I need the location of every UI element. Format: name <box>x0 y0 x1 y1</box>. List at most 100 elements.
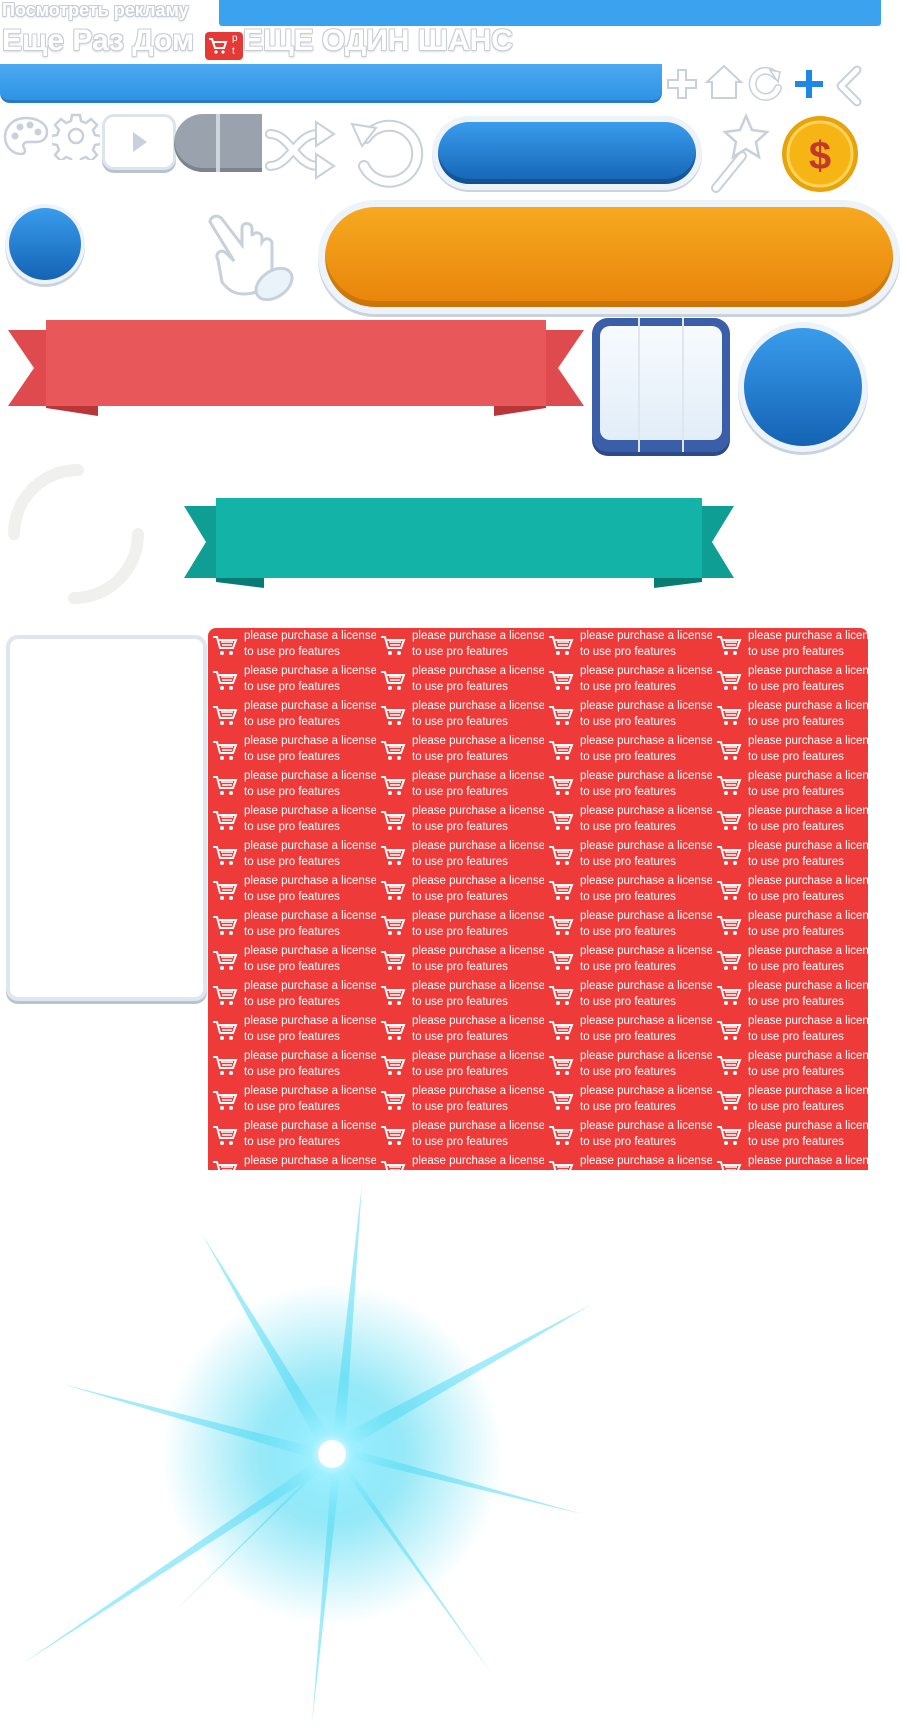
orange-pill-button[interactable] <box>318 200 900 314</box>
pro-badge: p t <box>205 32 243 60</box>
watermark-cell: please purchase a license to use pro feat… <box>712 978 868 1013</box>
watermark-line-2: to use pro features <box>412 961 508 973</box>
watermark-line-1: please purchase a license <box>412 1155 544 1167</box>
watermark-cell: please purchase a license to use pro feat… <box>208 768 376 803</box>
watermark-line-1: please purchase a license <box>412 665 544 677</box>
watermark-line-2: to use pro features <box>412 1066 508 1078</box>
cart-icon <box>213 636 238 655</box>
cart-icon <box>549 636 574 655</box>
watermark-cell: please purchase a license to use pro feat… <box>544 1013 712 1048</box>
plus-blue-icon[interactable] <box>791 66 827 102</box>
watermark-line-2: to use pro features <box>748 1136 844 1148</box>
shuffle-icon[interactable] <box>264 114 342 184</box>
cart-icon <box>549 1056 574 1075</box>
watermark-cell: please purchase a license to use pro feat… <box>544 1083 712 1118</box>
watermark-cell: please purchase a license to use pro feat… <box>544 628 712 663</box>
cart-icon <box>381 986 406 1005</box>
gear-icon[interactable] <box>52 112 100 160</box>
watermark-line-2: to use pro features <box>244 1136 340 1148</box>
cart-icon <box>717 1126 742 1145</box>
cart-icon <box>717 741 742 760</box>
watermark-line-2: to use pro features <box>412 786 508 798</box>
cart-icon <box>381 1161 406 1170</box>
cart-icon <box>213 846 238 865</box>
license-watermark-panel: please purchase a license to use pro feat… <box>208 628 868 1170</box>
watermark-cell: please purchase a license to use pro feat… <box>544 803 712 838</box>
watermark-line-1: please purchase a license <box>244 735 376 747</box>
watermark-line-1: please purchase a license <box>244 875 376 887</box>
watermark-line-1: please purchase a license <box>244 630 376 642</box>
cart-icon <box>213 1021 238 1040</box>
watermark-cell: please purchase a license to use pro feat… <box>712 873 868 908</box>
cart-icon <box>717 951 742 970</box>
watermark-line-2: to use pro features <box>748 1066 844 1078</box>
watermark-line-1: please purchase a license <box>580 1085 712 1097</box>
cart-icon <box>381 846 406 865</box>
watermark-line-1: please purchase a license <box>244 840 376 852</box>
watermark-cell: please purchase a license to use pro feat… <box>376 873 544 908</box>
watermark-line-2: to use pro features <box>580 716 676 728</box>
cart-icon <box>549 1091 574 1110</box>
watermark-cell: please purchase a license to use pro feat… <box>208 943 376 978</box>
watermark-line-2: to use pro features <box>580 1101 676 1113</box>
watermark-line-1: please purchase a license <box>244 700 376 712</box>
home-icon[interactable] <box>703 62 745 102</box>
watermark-cell: please purchase a license to use pro feat… <box>376 803 544 838</box>
toggle-icon[interactable] <box>174 114 262 172</box>
watermark-line-2: to use pro features <box>412 1101 508 1113</box>
blue-pill-button[interactable] <box>432 116 702 190</box>
watermark-line-2: to use pro features <box>748 961 844 973</box>
blue-circle-small[interactable] <box>5 204 85 284</box>
play-button[interactable] <box>102 114 176 170</box>
palette-icon[interactable] <box>2 114 50 160</box>
watermark-line-1: please purchase a license <box>748 700 868 712</box>
cart-icon <box>213 671 238 690</box>
watermark-line-2: to use pro features <box>244 751 340 763</box>
back-icon[interactable] <box>833 64 865 108</box>
watermark-cell: please purchase a license to use pro feat… <box>712 1083 868 1118</box>
watermark-cell: please purchase a license to use pro feat… <box>544 733 712 768</box>
watermark-line-2: to use pro features <box>580 681 676 693</box>
watermark-line-1: please purchase a license <box>748 805 868 817</box>
undo-icon[interactable] <box>344 110 426 192</box>
watermark-cell: please purchase a license to use pro feat… <box>208 1013 376 1048</box>
cart-icon <box>213 986 238 1005</box>
watermark-line-2: to use pro features <box>412 821 508 833</box>
cart-icon <box>717 776 742 795</box>
watermark-line-1: please purchase a license <box>580 1015 712 1027</box>
watermark-line-2: to use pro features <box>244 961 340 973</box>
red-ribbon <box>8 320 584 416</box>
cart-icon <box>381 1126 406 1145</box>
plus-icon[interactable] <box>664 66 700 102</box>
watermark-line-2: to use pro features <box>580 961 676 973</box>
watermark-line-2: to use pro features <box>244 996 340 1008</box>
watermark-line-1: please purchase a license <box>748 980 868 992</box>
refresh-icon[interactable] <box>746 64 786 104</box>
watermark-cell: please purchase a license to use pro feat… <box>208 1083 376 1118</box>
checkbox-frame[interactable] <box>592 318 730 452</box>
watermark-line-1: please purchase a license <box>580 770 712 782</box>
watermark-cell: please purchase a license to use pro feat… <box>376 838 544 873</box>
cart-icon <box>381 811 406 830</box>
pointer-hand-icon[interactable] <box>200 198 304 310</box>
watermark-line-2: to use pro features <box>748 681 844 693</box>
watermark-line-2: to use pro features <box>412 716 508 728</box>
magic-wand-icon[interactable] <box>706 110 776 194</box>
watermark-line-2: to use pro features <box>748 751 844 763</box>
cart-icon <box>213 881 238 900</box>
watch-ad-link[interactable]: Посмотреть рекламу <box>2 0 189 21</box>
blue-circle-large[interactable] <box>738 322 868 452</box>
cart-icon <box>381 776 406 795</box>
watermark-cell: please purchase a license to use pro feat… <box>208 628 376 663</box>
watermark-cell: please purchase a license to use pro feat… <box>208 663 376 698</box>
empty-panel-frame <box>6 635 207 1001</box>
watermark-line-2: to use pro features <box>748 716 844 728</box>
coin-icon[interactable]: $ <box>780 114 860 194</box>
watermark-cell: please purchase a license to use pro feat… <box>544 943 712 978</box>
watermark-line-1: please purchase a license <box>244 770 376 782</box>
watermark-cell: please purchase a license to use pro feat… <box>208 838 376 873</box>
watermark-cell: please purchase a license to use pro feat… <box>544 1118 712 1153</box>
watermark-line-2: to use pro features <box>580 1066 676 1078</box>
watermark-line-1: please purchase a license <box>412 980 544 992</box>
watermark-line-2: to use pro features <box>412 751 508 763</box>
